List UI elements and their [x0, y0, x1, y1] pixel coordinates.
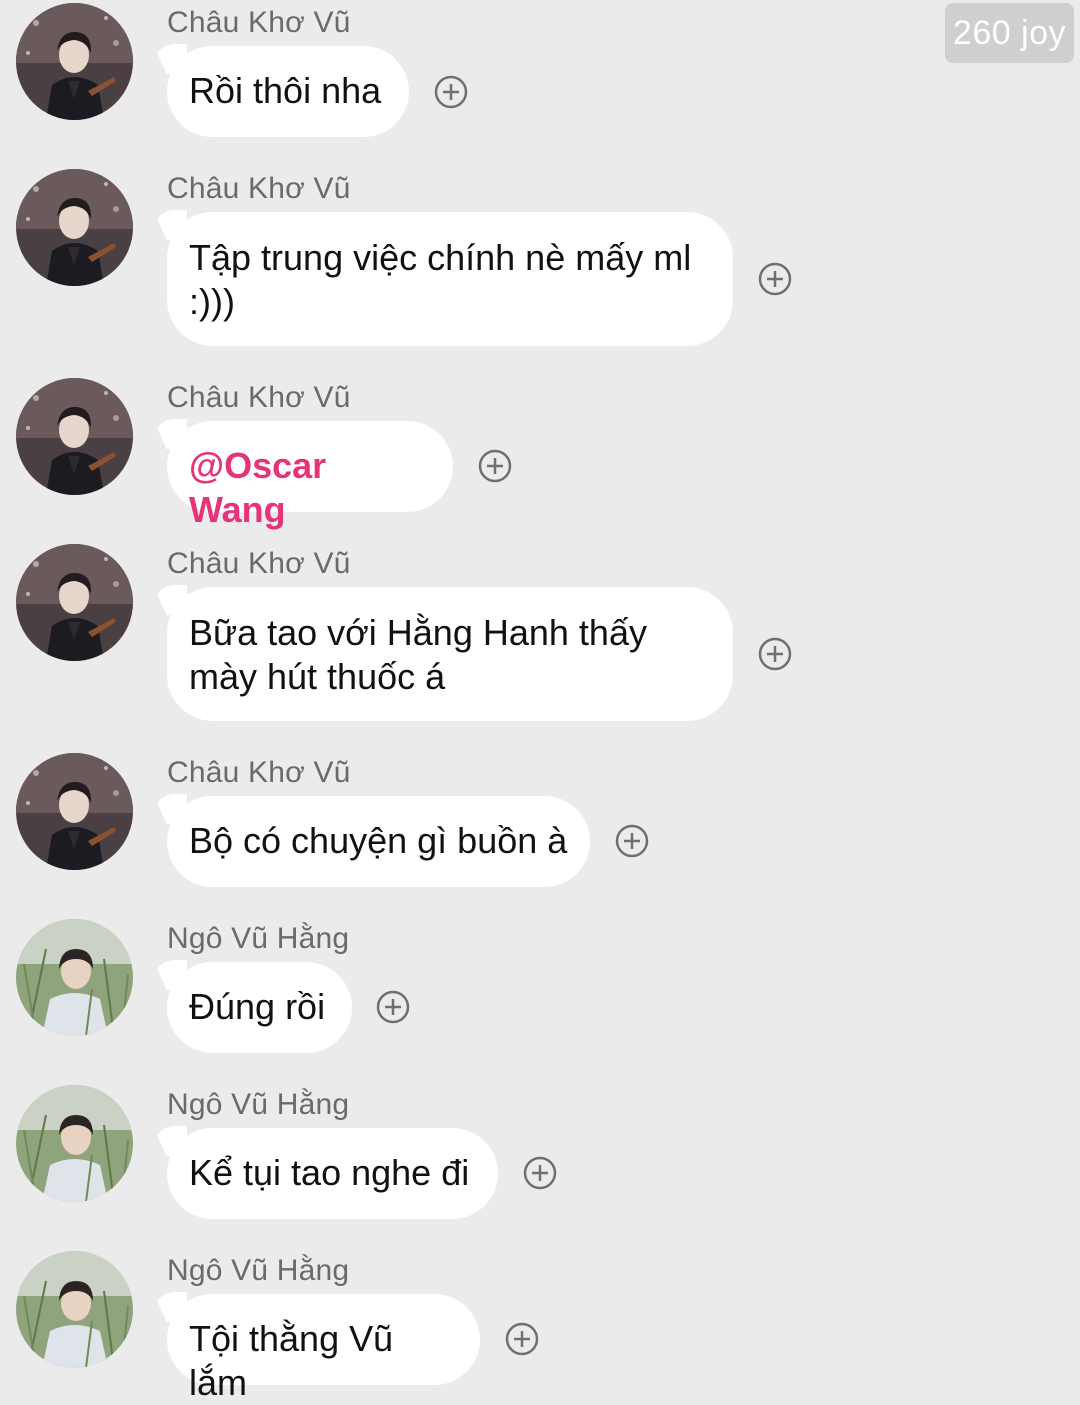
message-bubble[interactable]: Tội thằng Vũ lắm — [167, 1294, 480, 1403]
add-reaction-button[interactable] — [523, 1156, 557, 1190]
sender-name: Ngô Vũ Hằng — [167, 1088, 350, 1121]
message-bubble[interactable]: Bữa tao với Hằng Hanh thấy mày hút thuốc… — [167, 587, 733, 721]
avatar-photo-dark-stage-icon — [16, 169, 133, 286]
message-bubble[interactable]: Tập trung việc chính nè mấy ml :))) — [167, 212, 733, 346]
add-reaction-button[interactable] — [505, 1322, 539, 1356]
add-reaction-button[interactable] — [615, 824, 649, 858]
chat-message-list[interactable]: Châu Khơ Vũ Rồi thôi nha Châu Khơ Vũ Tập… — [0, 0, 1080, 1405]
sender-name: Ngô Vũ Hằng — [167, 1254, 350, 1287]
sender-name: Châu Khơ Vũ — [167, 756, 351, 789]
add-reaction-button[interactable] — [434, 75, 468, 109]
avatar[interactable] — [16, 378, 133, 495]
message-bubble[interactable]: Kể tụi tao nghe đi — [167, 1128, 498, 1219]
add-reaction-icon — [615, 824, 649, 858]
joy-count-badge: 260 joy — [945, 3, 1074, 63]
add-reaction-button[interactable] — [758, 262, 792, 296]
message-text: Đúng rồi — [189, 986, 326, 1027]
add-reaction-button[interactable] — [376, 990, 410, 1024]
avatar-photo-outdoor-grass-icon — [16, 1085, 133, 1202]
avatar[interactable] — [16, 1085, 133, 1202]
avatar[interactable] — [16, 753, 133, 870]
add-reaction-icon — [523, 1156, 557, 1190]
sender-name: Ngô Vũ Hằng — [167, 922, 350, 955]
message-bubble[interactable]: Bộ có chuyện gì buồn à — [167, 796, 590, 887]
message-text: Tội thằng Vũ lắm — [189, 1318, 394, 1403]
avatar-photo-outdoor-grass-icon — [16, 1251, 133, 1368]
message-text: Bộ có chuyện gì buồn à — [189, 820, 568, 861]
avatar[interactable] — [16, 169, 133, 286]
avatar[interactable] — [16, 544, 133, 661]
avatar[interactable] — [16, 1251, 133, 1368]
add-reaction-button[interactable] — [758, 637, 792, 671]
avatar[interactable] — [16, 3, 133, 120]
avatar-photo-dark-stage-icon — [16, 3, 133, 120]
message-text: Rồi thôi nha — [189, 70, 382, 111]
avatar-photo-outdoor-grass-icon — [16, 919, 133, 1036]
add-reaction-icon — [505, 1322, 539, 1356]
avatar-photo-dark-stage-icon — [16, 378, 133, 495]
add-reaction-icon — [376, 990, 410, 1024]
avatar-photo-dark-stage-icon — [16, 753, 133, 870]
add-reaction-icon — [758, 637, 792, 671]
add-reaction-icon — [758, 262, 792, 296]
message-bubble[interactable]: @Oscar Wang — [167, 421, 453, 530]
sender-name: Châu Khơ Vũ — [167, 172, 351, 205]
add-reaction-icon — [434, 75, 468, 109]
message-bubble[interactable]: Đúng rồi — [167, 962, 352, 1053]
message-text: Bữa tao với Hằng Hanh thấy mày hút thuốc… — [189, 612, 647, 697]
message-bubble[interactable]: Rồi thôi nha — [167, 46, 409, 137]
avatar-photo-dark-stage-icon — [16, 544, 133, 661]
sender-name: Châu Khơ Vũ — [167, 6, 351, 39]
avatar[interactable] — [16, 919, 133, 1036]
sender-name: Châu Khơ Vũ — [167, 381, 351, 414]
add-reaction-icon — [478, 449, 512, 483]
sender-name: Châu Khơ Vũ — [167, 547, 351, 580]
mention-link[interactable]: @Oscar Wang — [189, 444, 431, 532]
message-text: Kể tụi tao nghe đi — [189, 1152, 470, 1193]
message-text: Tập trung việc chính nè mấy ml :))) — [189, 237, 692, 322]
add-reaction-button[interactable] — [478, 449, 512, 483]
